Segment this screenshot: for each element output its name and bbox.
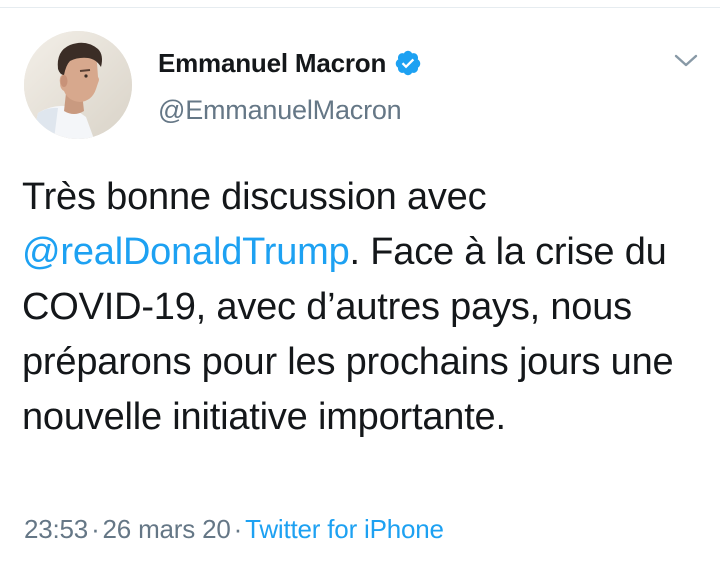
chevron-down-icon[interactable] bbox=[671, 50, 701, 72]
tweet-meta: 23:53 · 26 mars 20 · Twitter for iPhone bbox=[24, 514, 444, 545]
author-handle[interactable]: @EmmanuelMacron bbox=[158, 95, 422, 126]
tweet-time[interactable]: 23:53 bbox=[24, 514, 88, 544]
tweet-card: Emmanuel Macron @EmmanuelMacron Très bon… bbox=[0, 0, 720, 565]
name-row: Emmanuel Macron bbox=[158, 45, 422, 81]
mention-link[interactable]: @realDonaldTrump bbox=[22, 231, 350, 273]
meta-separator: · bbox=[91, 514, 100, 544]
avatar[interactable] bbox=[24, 31, 132, 139]
tweet-text-part1: Très bonne discussion avec bbox=[22, 176, 487, 218]
avatar-photo-icon bbox=[24, 31, 132, 139]
tweet-header: Emmanuel Macron @EmmanuelMacron bbox=[158, 45, 422, 126]
meta-separator: · bbox=[233, 514, 243, 544]
tweet-source-link[interactable]: Twitter for iPhone bbox=[245, 514, 444, 544]
tweet-text: Très bonne discussion avec @realDonaldTr… bbox=[22, 170, 702, 445]
author-display-name[interactable]: Emmanuel Macron bbox=[158, 48, 386, 79]
tweet-date[interactable]: 26 mars 20 bbox=[103, 514, 231, 544]
verified-badge-icon bbox=[394, 49, 422, 77]
